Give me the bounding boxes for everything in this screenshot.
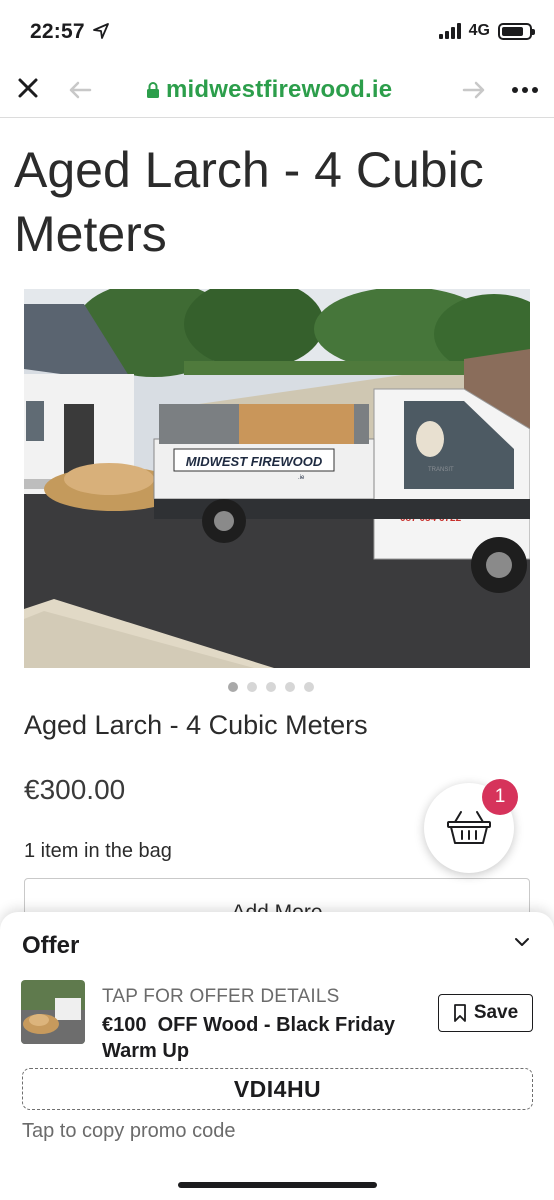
van-model-text: TRANSIT [428,467,454,473]
location-arrow-icon [93,23,109,39]
close-icon [18,78,38,98]
more-dot-icon [532,87,538,93]
carousel-indicator[interactable] [228,682,314,692]
basket-icon [447,811,491,844]
product-photo: MIDWEST FIREWOOD .ie TRANSIT 087 054 672… [24,289,530,668]
back-arrow-icon[interactable] [66,76,94,104]
bag-status: 1 item in the bag [24,840,172,862]
carousel-dot[interactable] [285,682,295,692]
status-indicators: 4G [438,22,535,40]
van-sign-tld: .ie [298,475,305,481]
lock-icon [147,82,159,98]
product-name: Aged Larch - 4 Cubic Meters [24,710,368,740]
offer-title: Offer [22,932,80,959]
carousel-dot[interactable] [247,682,257,692]
van-sign-text: MIDWEST FIREWOOD [186,454,323,469]
carousel-dot[interactable] [304,682,314,692]
cart-count-badge: 1 [482,779,518,815]
product-image[interactable]: MIDWEST FIREWOOD .ie TRANSIT 087 054 672… [24,289,530,668]
save-offer-button[interactable]: Save [438,994,533,1032]
url-text: midwestfirewood.ie [166,76,393,103]
more-dot-icon [522,87,528,93]
status-time: 22:57 [30,20,85,43]
carousel-dot[interactable] [228,682,238,692]
status-bar: 22:57 4G [0,0,554,62]
offer-headline: €100 OFF Wood - Black Friday Warm Up [102,1014,401,1062]
cellular-signal-icon [438,23,461,39]
product-price: €300.00 [24,774,126,805]
carousel-dot[interactable] [266,682,276,692]
offer-thumbnail [21,980,85,1044]
battery-icon [498,22,535,40]
save-label: Save [473,1002,519,1023]
address-bar[interactable]: midwestfirewood.ie [146,76,392,104]
copy-promo-hint: Tap to copy promo code [22,1120,236,1142]
offer-sheet[interactable]: Offer TAP FOR OFFER DETAILS €100 OFF Woo… [0,912,554,1200]
home-indicator[interactable] [178,1182,377,1188]
close-button[interactable] [12,72,44,104]
more-dot-icon [512,87,518,93]
offer-details-link[interactable]: TAP FOR OFFER DETAILS [102,986,340,1008]
bookmark-icon [453,1004,466,1022]
forward-arrow-icon[interactable] [460,76,488,104]
chevron-down-icon[interactable] [512,932,532,952]
page-title: Aged Larch - 4 Cubic Meters [14,142,484,262]
network-type: 4G [468,22,490,39]
promo-code-box[interactable]: VDI4HU [22,1068,533,1110]
browser-toolbar: midwestfirewood.ie [0,62,554,118]
more-options-button[interactable] [508,76,542,104]
